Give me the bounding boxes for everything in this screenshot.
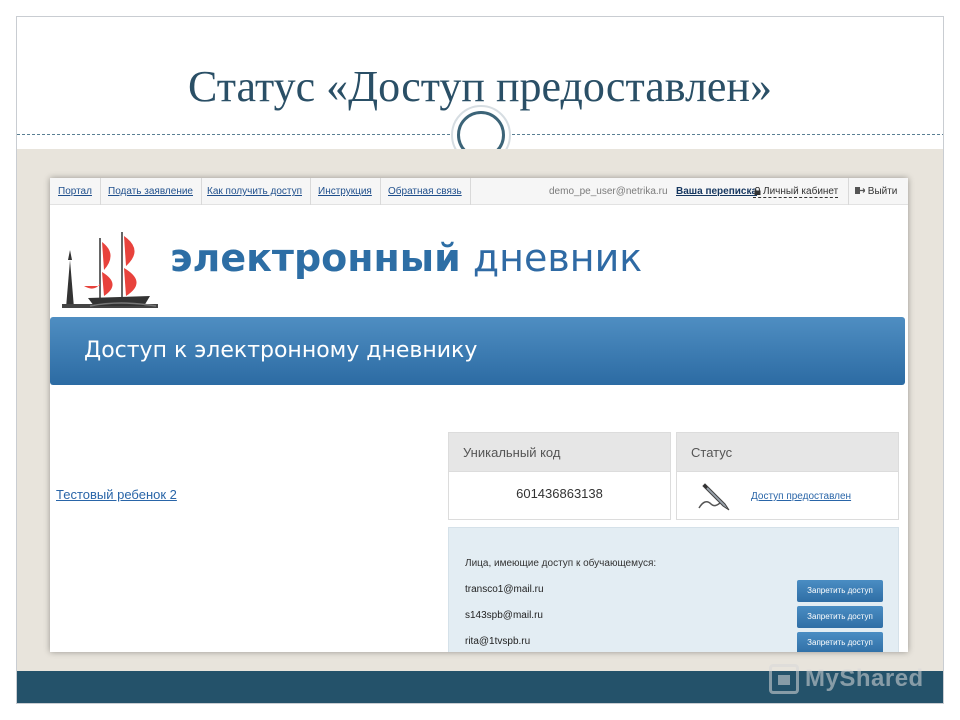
browser-screenshot: Портал Подать заявление Как получить дос… [50, 178, 908, 652]
status-link[interactable]: Доступ предоставлен [751, 491, 851, 502]
cabinet-link[interactable]: Личный кабинет [753, 186, 839, 198]
brand-part-2: дневник [472, 236, 643, 280]
deny-access-button[interactable]: Запретить доступ [797, 580, 883, 602]
access-row: transco1@mail.ru Запретить доступ [465, 580, 885, 602]
mail-link[interactable]: Ваша переписка [676, 186, 757, 197]
nav-link-how-to-access[interactable]: Как получить доступ [199, 178, 311, 205]
code-panel-header: Уникальный код [448, 432, 671, 472]
status-panel-header: Статус [676, 432, 899, 472]
nav-link-feedback[interactable]: Обратная связь [380, 178, 471, 205]
ship-logo [62, 232, 158, 308]
access-row: rita@1tvspb.ru Запретить доступ [465, 632, 885, 652]
logout-label: Выйти [867, 186, 898, 197]
presentation-icon [769, 664, 799, 694]
code-panel-body: 601436863138 [448, 472, 671, 520]
student-link[interactable]: Тестовый ребенок 2 [56, 487, 177, 502]
access-email: s143spb@mail.ru [465, 610, 543, 621]
access-email: transco1@mail.ru [465, 584, 544, 595]
pen-signature-icon [698, 483, 730, 511]
access-list-title: Лица, имеющие доступ к обучающемуся: [465, 558, 657, 569]
brand-title: электронный дневник [170, 236, 642, 280]
page-banner: Доступ к электронному дневнику [50, 317, 905, 385]
logout-button[interactable]: Выйти [848, 178, 908, 205]
access-row: s143spb@mail.ru Запретить доступ [465, 606, 885, 628]
user-email: demo_pe_user@netrika.ru [549, 186, 668, 197]
watermark-text: MyShared [805, 665, 924, 692]
nav-link-apply[interactable]: Подать заявление [100, 178, 202, 205]
access-list: Лица, имеющие доступ к обучающемуся: tra… [448, 527, 899, 652]
top-navigation: Портал Подать заявление Как получить дос… [50, 178, 908, 205]
deny-access-button[interactable]: Запретить доступ [797, 632, 883, 652]
unique-code: 601436863138 [516, 486, 603, 501]
nav-link-instructions[interactable]: Инструкция [310, 178, 381, 205]
logout-icon [855, 187, 866, 194]
nav-link-portal[interactable]: Портал [50, 178, 101, 205]
access-email: rita@1tvspb.ru [465, 636, 531, 647]
status-panel-body: Доступ предоставлен [676, 472, 899, 520]
brand-part-1: электронный [170, 236, 461, 280]
watermark: MyShared [769, 661, 939, 697]
deny-access-button[interactable]: Запретить доступ [797, 606, 883, 628]
